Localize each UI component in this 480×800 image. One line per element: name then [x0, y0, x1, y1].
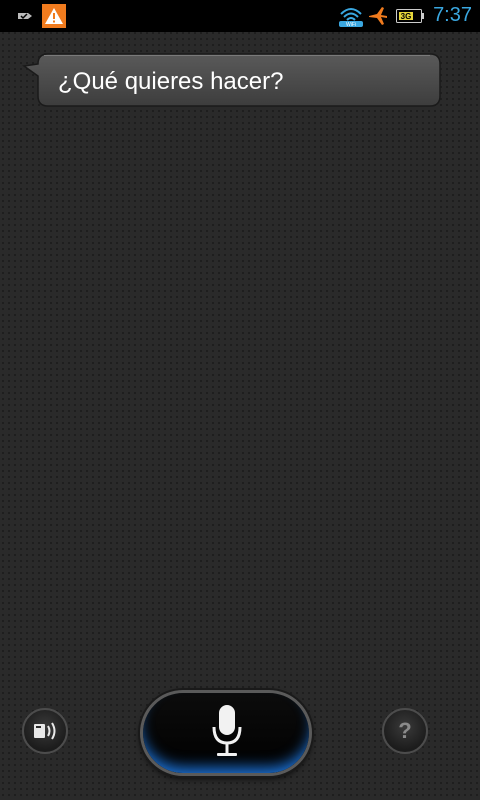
speaker-icon [34, 722, 56, 740]
mic-button[interactable] [140, 690, 312, 776]
warning-icon [42, 4, 66, 28]
notification-icon [18, 13, 32, 20]
status-bar: WiFi 3G 7:37 [0, 0, 480, 32]
battery-label: 3G [401, 12, 412, 21]
prompt-bubble: ¿Qué quieres hacer? [22, 52, 442, 108]
svg-text:WiFi: WiFi [346, 22, 356, 28]
speaker-button[interactable] [22, 708, 68, 754]
clock: 7:37 [433, 4, 472, 26]
prompt-text: ¿Qué quieres hacer? [58, 68, 284, 95]
help-button[interactable]: ? [382, 708, 428, 754]
airplane-icon [369, 7, 387, 25]
microphone-icon [212, 705, 242, 756]
wifi-icon: WiFi [339, 8, 363, 28]
help-icon: ? [398, 718, 412, 743]
battery-icon: 3G [396, 9, 424, 23]
